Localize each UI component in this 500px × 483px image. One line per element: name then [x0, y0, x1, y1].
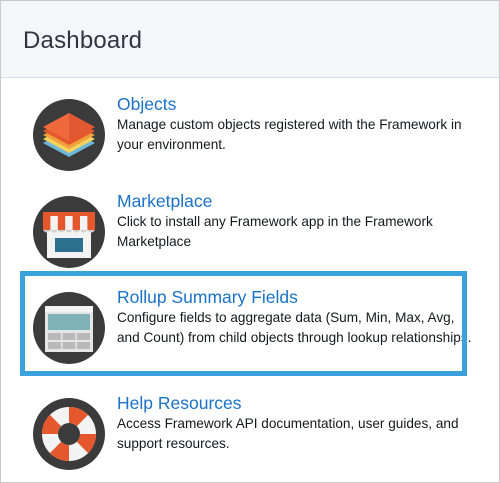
objects-description: Manage custom objects registered with th…	[117, 117, 462, 152]
rollup-summary-fields-link[interactable]: Rollup Summary Fields	[117, 286, 479, 308]
help-resources-description: Access Framework API documentation, user…	[117, 416, 459, 451]
lifebuoy-icon[interactable]	[33, 398, 105, 470]
dashboard-item-objects: Objects Manage custom objects registered…	[1, 93, 499, 189]
marketplace-description: Click to install any Framework app in th…	[117, 214, 433, 249]
objects-link[interactable]: Objects	[117, 93, 479, 115]
dashboard-item-help-resources: Help Resources Access Framework API docu…	[1, 392, 499, 482]
storefront-icon[interactable]	[33, 196, 105, 268]
dashboard-panel: Dashboard Objects Manage custom objects …	[0, 0, 500, 483]
dashboard-item-marketplace: Marketplace Click to install any Framewo…	[1, 190, 499, 286]
page-title: Dashboard	[23, 27, 143, 54]
table-icon[interactable]	[33, 292, 105, 364]
marketplace-link[interactable]: Marketplace	[117, 190, 479, 212]
help-resources-link[interactable]: Help Resources	[117, 392, 479, 414]
dashboard-header: Dashboard	[1, 1, 499, 78]
dashboard-item-rollup-summary-fields: Rollup Summary Fields Configure fields t…	[1, 286, 499, 382]
layers-icon[interactable]	[33, 99, 105, 171]
rollup-summary-fields-description: Configure fields to aggregate data (Sum,…	[117, 310, 472, 345]
